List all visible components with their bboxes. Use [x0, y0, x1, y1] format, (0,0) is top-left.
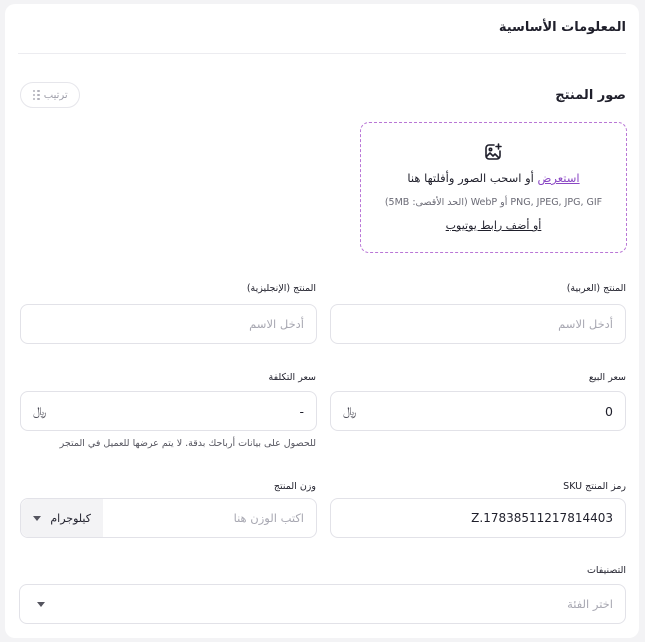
sort-images-button[interactable]: ترتيب [20, 82, 80, 108]
chevron-down-icon [37, 602, 45, 607]
price-value: 0 [605, 403, 613, 419]
price-label: سعر البيع [588, 372, 626, 383]
youtube-link[interactable]: أو أضف رابط يوتيوب [361, 219, 626, 232]
drag-text: أو اسحب الصور وأفلتها هنا [407, 171, 538, 185]
cost-input[interactable]: - ﷼ [20, 391, 317, 431]
sku-label: رمز المنتج SKU [563, 481, 626, 492]
name-ar-placeholder: أدخل الاسم [558, 317, 613, 331]
add-image-icon [485, 143, 502, 160]
sku-value: Z.17838511217814403 [471, 511, 613, 525]
riyal-icon: ﷼ [33, 404, 47, 418]
weight-unit-select[interactable]: كيلوجرام [21, 499, 103, 537]
sku-input[interactable]: Z.17838511217814403 [330, 498, 626, 538]
price-input[interactable]: 0 ﷼ [330, 391, 626, 431]
name-en-placeholder: أدخل الاسم [249, 317, 304, 331]
cost-hint: للحصول على بيانات أرباحك بدقة. لا يتم عر… [59, 438, 316, 449]
weight-placeholder: اكتب الوزن هنا [233, 511, 304, 525]
chevron-down-icon [33, 515, 41, 521]
sort-label: ترتيب [43, 89, 68, 101]
name-ar-input[interactable]: أدخل الاسم [330, 304, 626, 344]
name-en-label: المنتج (الإنجليزية) [246, 283, 316, 294]
categories-select[interactable]: اختر الفئة [19, 584, 626, 624]
drag-handle-icon [32, 89, 40, 101]
product-images-label: صور المنتج [555, 88, 626, 103]
categories-label: التصنيفات [586, 565, 626, 576]
cost-label: سعر التكلفة [268, 372, 317, 383]
basic-info-card: المعلومات الأساسية صور المنتج ترتيب استع… [5, 4, 639, 638]
section-title: المعلومات الأساسية [498, 20, 626, 35]
riyal-icon: ﷼ [343, 404, 357, 418]
weight-input[interactable]: اكتب الوزن هنا كيلوجرام [20, 498, 317, 538]
name-ar-label: المنتج (العربية) [566, 283, 626, 294]
divider [18, 53, 626, 54]
cost-value: - [299, 403, 304, 419]
categories-placeholder: اختر الفئة [567, 597, 613, 611]
weight-unit-value: كيلوجرام [50, 511, 91, 525]
image-dropzone[interactable]: استعرض أو اسحب الصور وأفلتها هنا PNG, JP… [360, 122, 627, 253]
weight-label: وزن المنتج [273, 481, 316, 492]
allowed-formats: PNG, JPEG, JPG, GIF أو WebP (الحد الأقصى… [384, 197, 603, 208]
browse-link[interactable]: استعرض [538, 171, 580, 185]
name-en-input[interactable]: أدخل الاسم [20, 304, 317, 344]
dropzone-instruction: استعرض أو اسحب الصور وأفلتها هنا [361, 171, 626, 185]
